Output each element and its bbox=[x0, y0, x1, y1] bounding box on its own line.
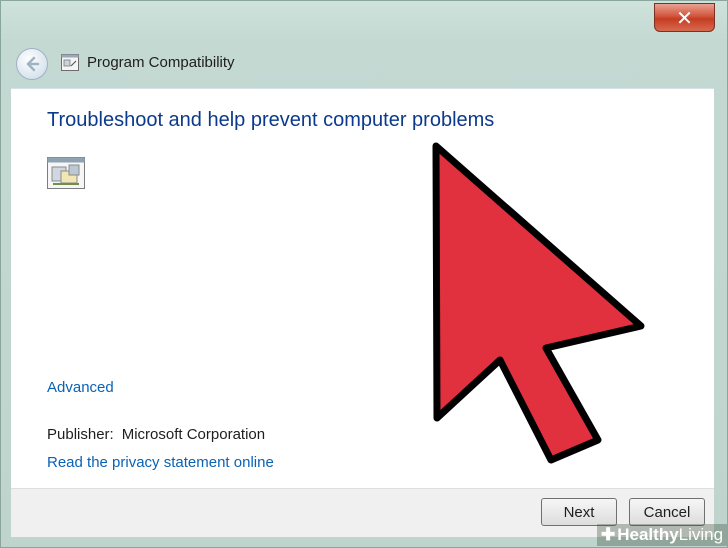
advanced-link[interactable]: Advanced bbox=[47, 379, 114, 396]
publisher-info: Publisher: Microsoft Corporation bbox=[47, 426, 265, 443]
back-arrow-icon bbox=[26, 56, 40, 72]
watermark-logo-icon: ✚ bbox=[601, 525, 616, 544]
privacy-statement-link[interactable]: Read the privacy statement online bbox=[47, 454, 274, 471]
watermark-word-healthy: Healthy bbox=[617, 525, 679, 544]
close-button[interactable]: ✕ bbox=[654, 3, 715, 32]
watermark: ✚ Healthy Living bbox=[597, 524, 728, 546]
publisher-value: Microsoft Corporation bbox=[121, 426, 266, 443]
content-panel: Troubleshoot and help prevent computer p… bbox=[11, 88, 714, 489]
page-heading: Troubleshoot and help prevent computer p… bbox=[47, 109, 495, 131]
close-icon: ✕ bbox=[676, 5, 693, 30]
window-title: Program Compatibility bbox=[87, 54, 235, 71]
back-button[interactable] bbox=[16, 48, 48, 80]
publisher-label: Publisher: bbox=[47, 426, 114, 443]
watermark-word-living: Living bbox=[678, 525, 724, 544]
program-icon bbox=[47, 157, 85, 189]
navigation-bar: Program Compatibility bbox=[9, 36, 715, 88]
cancel-button[interactable]: Cancel bbox=[629, 498, 705, 526]
program-compatibility-icon bbox=[61, 54, 79, 71]
next-button[interactable]: Next bbox=[541, 498, 617, 526]
